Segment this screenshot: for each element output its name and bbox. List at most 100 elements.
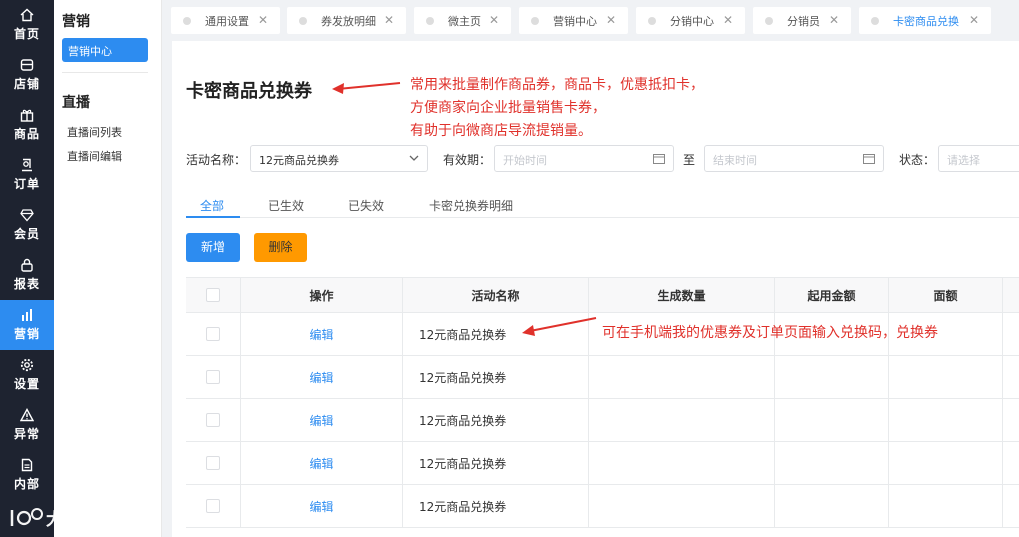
tab-label: 券发放明细 (321, 14, 376, 28)
table-row: 编辑 12元商品兑换券 (186, 485, 1019, 528)
threshold-cell (775, 356, 889, 398)
activity-name-value: 12元商品兑换券 (259, 154, 339, 167)
row-checkbox[interactable] (206, 327, 220, 341)
row-checkbox-cell (186, 442, 241, 484)
activity-name-select[interactable]: 12元商品兑换券 (250, 145, 428, 172)
tab-coupon-detail[interactable]: 券发放明细 ✕ (287, 7, 406, 34)
table-row: 编辑 12元商品兑换券 (186, 356, 1019, 399)
tab-card-detail[interactable]: 卡密兑换券明细 (429, 197, 513, 214)
start-date-placeholder: 开始时间 (503, 154, 547, 167)
nav-label: 会员 (13, 227, 40, 241)
nav-label: 订单 (13, 177, 40, 191)
sidebar-item-marketing-center[interactable]: 营销中心 (62, 38, 148, 62)
add-button[interactable]: 新增 (186, 233, 240, 262)
nav-item-orders[interactable]: 订单 (0, 150, 54, 200)
nav-item-marketing[interactable]: 营销 (0, 300, 54, 350)
lock-icon (21, 258, 33, 272)
edit-link[interactable]: 编辑 (309, 326, 333, 343)
tab-dot (426, 16, 434, 25)
diamond-icon (20, 209, 34, 222)
status-placeholder: 请选择 (947, 154, 980, 167)
sidebar-section-title: 直播 (62, 95, 90, 111)
row-checkbox[interactable] (206, 413, 220, 427)
nav-item-settings[interactable]: 设置 (0, 350, 54, 400)
tab-distributor[interactable]: 分销员 ✕ (753, 7, 851, 34)
delete-button[interactable]: 删除 (254, 233, 307, 262)
close-icon[interactable]: ✕ (969, 13, 979, 27)
row-checkbox[interactable] (206, 370, 220, 384)
tab-dot (299, 16, 307, 25)
edit-link[interactable]: 编辑 (309, 498, 333, 515)
column-header: 生成数量 (589, 278, 775, 312)
row-checkbox-cell (186, 399, 241, 441)
annotation-row: 可在手机端我的优惠券及订单页面输入兑换码，兑换券 (602, 325, 938, 341)
column-header: 面额 (889, 278, 1003, 312)
nav-item-exceptions[interactable]: 异常 (0, 400, 54, 450)
quantity-cell (589, 356, 775, 398)
close-icon[interactable]: ✕ (829, 13, 839, 27)
threshold-cell (775, 485, 889, 527)
nav-item-goods[interactable]: 商品 (0, 100, 54, 150)
nav-item-reports[interactable]: 报表 (0, 250, 54, 300)
nav-item-home[interactable]: 首页 (0, 0, 54, 50)
tab-expired[interactable]: 已失效 (348, 197, 384, 214)
nav-item-members[interactable]: 会员 (0, 200, 54, 250)
tab-card-exchange[interactable]: 卡密商品兑换 ✕ (859, 7, 991, 34)
tab-marketing-center[interactable]: 营销中心 ✕ (519, 7, 628, 34)
tab-label: 通用设置 (205, 14, 249, 28)
action-cell: 编辑 (241, 399, 403, 441)
nav-item-internal[interactable]: 内部 (0, 450, 54, 500)
row-checkbox-cell (186, 485, 241, 527)
select-all-checkbox[interactable] (206, 288, 220, 302)
edit-link[interactable]: 编辑 (309, 412, 333, 429)
tab-active[interactable]: 已生效 (268, 197, 304, 214)
tab-label: 营销中心 (553, 14, 597, 28)
status-select[interactable]: 请选择 (938, 145, 1019, 172)
tab-dot (648, 16, 656, 25)
close-icon[interactable]: ✕ (489, 13, 499, 27)
filter-name-label: 活动名称： (186, 153, 247, 167)
tab-dot (871, 16, 879, 25)
tab-strip: 通用设置 ✕ 券发放明细 ✕ 微主页 ✕ 营销中心 ✕ 分销中心 ✕ 分销员 ✕ 卡密商品兑… (162, 0, 1019, 40)
secondary-sidebar: 营销 营销中心 直播 直播间列表 直播间编辑 (54, 0, 162, 537)
filter-period-label: 有效期： (443, 153, 492, 167)
close-icon[interactable]: ✕ (384, 13, 394, 27)
table-row: 编辑 12元商品兑换券 (186, 399, 1019, 442)
bar-chart-icon (22, 309, 32, 321)
annotation-line-2: 方便商家向企业批量销售卡券， (410, 100, 606, 116)
tab-distribution-center[interactable]: 分销中心 ✕ (636, 7, 745, 34)
end-date-input[interactable]: 结束时间 (704, 145, 884, 172)
tab-general-settings[interactable]: 通用设置 ✕ (171, 7, 280, 34)
column-header: 活动名称 (403, 278, 589, 312)
sidebar-section-title: 营销 (62, 14, 90, 30)
action-cell: 编辑 (241, 313, 403, 355)
watermark-text: 大数跨境 (46, 510, 114, 530)
content-panel: 卡密商品兑换券 常用来批量制作商品券，商品卡，优惠抵扣卡， 方便商家向企业批量销… (172, 41, 1019, 537)
close-icon[interactable]: ✕ (723, 13, 733, 27)
threshold-cell (775, 399, 889, 441)
tab-all[interactable]: 全部 (200, 197, 224, 214)
sidebar-item-live-edit[interactable]: 直播间编辑 (67, 148, 122, 164)
name-cell: 12元商品兑换券 (403, 442, 589, 484)
name-cell: 12元商品兑换券 (403, 356, 589, 398)
annotation-arrow-icon (522, 317, 597, 336)
start-date-input[interactable]: 开始时间 (494, 145, 674, 172)
tab-label: 卡密商品兑换 (893, 14, 959, 28)
edit-link[interactable]: 编辑 (309, 369, 333, 386)
header-checkbox-cell (186, 278, 241, 312)
value-cell (889, 485, 1003, 527)
active-tab-indicator (186, 216, 240, 218)
row-checkbox[interactable] (206, 456, 220, 470)
nav-item-store[interactable]: 店铺 (0, 50, 54, 100)
tab-micro-home[interactable]: 微主页 ✕ (414, 7, 511, 34)
tabs-divider (186, 217, 1019, 218)
nav-label: 商品 (13, 127, 40, 141)
tab-dot (765, 16, 773, 25)
row-checkbox[interactable] (206, 499, 220, 513)
close-icon[interactable]: ✕ (606, 13, 616, 27)
gift-icon (20, 109, 34, 122)
close-icon[interactable]: ✕ (258, 13, 268, 27)
nav-label: 店铺 (13, 77, 40, 91)
sidebar-item-live-list[interactable]: 直播间列表 (67, 124, 122, 140)
edit-link[interactable]: 编辑 (309, 455, 333, 472)
